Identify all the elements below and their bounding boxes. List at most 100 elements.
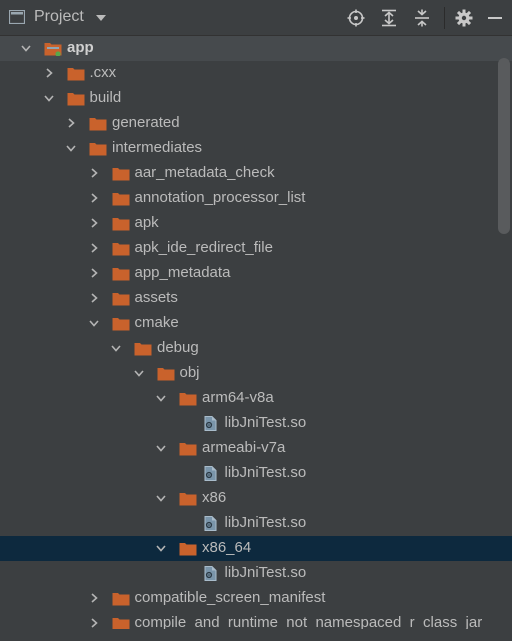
tree-item-label: x86	[202, 489, 227, 506]
folder-icon	[112, 293, 129, 306]
tree-row[interactable]: aar_metadata_check	[0, 161, 512, 186]
tree-row[interactable]: app	[0, 36, 512, 61]
tree-row[interactable]: build	[0, 86, 512, 111]
chevron-down-icon[interactable]	[95, 14, 107, 22]
chevron-right-icon[interactable]	[89, 593, 99, 603]
folder-icon	[134, 343, 152, 356]
chevron-down-icon[interactable]	[43, 93, 54, 103]
expand-all-icon[interactable]	[380, 9, 398, 27]
so-file-icon	[204, 466, 216, 481]
vertical-scrollbar[interactable]	[498, 58, 510, 234]
folder-icon	[112, 243, 129, 256]
tree-item-label: libJniTest.so	[224, 564, 307, 581]
tree-item-label: intermediates	[112, 139, 203, 156]
folder-icon	[112, 318, 129, 331]
tree-row[interactable]: compatible_screen_manifest	[0, 586, 512, 611]
tree-row[interactable]: x86	[0, 486, 512, 511]
folder-icon	[179, 393, 197, 406]
folder-icon	[157, 368, 174, 381]
chevron-down-icon[interactable]	[133, 368, 144, 378]
folder-icon	[112, 193, 129, 206]
tree-row[interactable]: app_metadata	[0, 261, 512, 286]
toolbar-separator	[444, 7, 445, 29]
locate-icon[interactable]	[347, 9, 365, 27]
tree-item-label: .cxx	[89, 64, 117, 81]
collapse-all-icon[interactable]	[413, 9, 431, 27]
tree-row[interactable]: apk	[0, 211, 512, 236]
chevron-down-icon[interactable]	[156, 393, 166, 403]
chevron-down-icon[interactable]	[21, 43, 31, 53]
tree-row[interactable]: libJniTest.so	[0, 511, 512, 536]
project-window-icon	[9, 10, 25, 24]
tree-item-label: aar_metadata_check	[134, 164, 275, 181]
tree-item-label: debug	[157, 339, 199, 356]
tree-item-label: cmake	[134, 314, 179, 331]
tree-item-label: obj	[179, 364, 200, 381]
folder-icon	[112, 593, 129, 606]
project-tree: app .cxx build generated intermediates aar_me…	[0, 36, 512, 641]
chevron-right-icon[interactable]	[66, 118, 76, 128]
folder-icon	[112, 168, 129, 181]
tree-item-label: arm64-v8a	[202, 389, 274, 406]
chevron-down-icon[interactable]	[66, 143, 76, 153]
tree-item-label: apk	[134, 214, 159, 231]
folder-icon	[89, 118, 107, 131]
gear-icon[interactable]	[455, 9, 473, 27]
tree-row[interactable]: .cxx	[0, 61, 512, 86]
tree-row[interactable]: generated	[0, 111, 512, 136]
folder-icon	[67, 93, 84, 106]
tree-item-label: compatible_screen_manifest	[134, 589, 326, 606]
tree-item-label: annotation_processor_list	[134, 189, 306, 206]
project-tool-window-header: Project	[0, 0, 512, 36]
folder-icon	[179, 543, 197, 556]
tree-item-label: armeabi-v7a	[202, 439, 286, 456]
tree-item-label: x86_64	[202, 539, 252, 556]
horizontal-scrollbar-track[interactable]	[0, 629, 512, 641]
chevron-right-icon[interactable]	[89, 193, 99, 203]
chevron-down-icon[interactable]	[111, 343, 121, 353]
folder-icon	[112, 268, 129, 281]
chevron-down-icon[interactable]	[88, 318, 99, 328]
chevron-right-icon[interactable]	[89, 168, 99, 178]
tree-item-label: assets	[134, 289, 178, 306]
chevron-down-icon[interactable]	[156, 493, 166, 503]
tree-row[interactable]: obj	[0, 361, 512, 386]
chevron-right-icon[interactable]	[89, 618, 99, 628]
so-file-icon	[204, 416, 216, 431]
tree-row[interactable]: libJniTest.so	[0, 561, 512, 586]
tree-row[interactable]: assets	[0, 286, 512, 311]
folder-icon	[67, 68, 84, 81]
chevron-right-icon[interactable]	[89, 268, 99, 278]
tree-item-label: libJniTest.so	[224, 414, 307, 431]
tree-row[interactable]: x86_64	[0, 536, 512, 561]
tree-item-label: apk_ide_redirect_file	[134, 239, 273, 256]
tree-row[interactable]: arm64-v8a	[0, 386, 512, 411]
module-folder-icon	[44, 43, 62, 56]
tree-row[interactable]: libJniTest.so	[0, 411, 512, 436]
chevron-right-icon[interactable]	[89, 218, 99, 228]
project-view-title[interactable]: Project	[34, 8, 84, 26]
chevron-right-icon[interactable]	[44, 68, 54, 78]
tree-row[interactable]: armeabi-v7a	[0, 436, 512, 461]
tree-row[interactable]: debug	[0, 336, 512, 361]
folder-icon	[179, 493, 197, 506]
chevron-down-icon[interactable]	[156, 543, 166, 553]
tree-item-label: build	[89, 89, 122, 106]
tree-item-label: app	[67, 39, 94, 56]
so-file-icon	[204, 566, 216, 581]
chevron-right-icon[interactable]	[89, 243, 99, 253]
tree-row[interactable]: libJniTest.so	[0, 461, 512, 486]
chevron-right-icon[interactable]	[89, 293, 99, 303]
tree-row[interactable]: annotation_processor_list	[0, 186, 512, 211]
tree-item-label: libJniTest.so	[224, 464, 307, 481]
folder-icon	[179, 443, 197, 456]
tree-item-label: generated	[112, 114, 180, 131]
chevron-down-icon[interactable]	[156, 443, 166, 453]
folder-icon	[89, 143, 107, 156]
tree-row[interactable]: intermediates	[0, 136, 512, 161]
tree-row[interactable]: apk_ide_redirect_file	[0, 236, 512, 261]
folder-icon	[112, 218, 129, 231]
tree-row[interactable]: cmake	[0, 311, 512, 336]
so-file-icon	[204, 516, 216, 531]
minimize-icon[interactable]	[486, 9, 504, 27]
